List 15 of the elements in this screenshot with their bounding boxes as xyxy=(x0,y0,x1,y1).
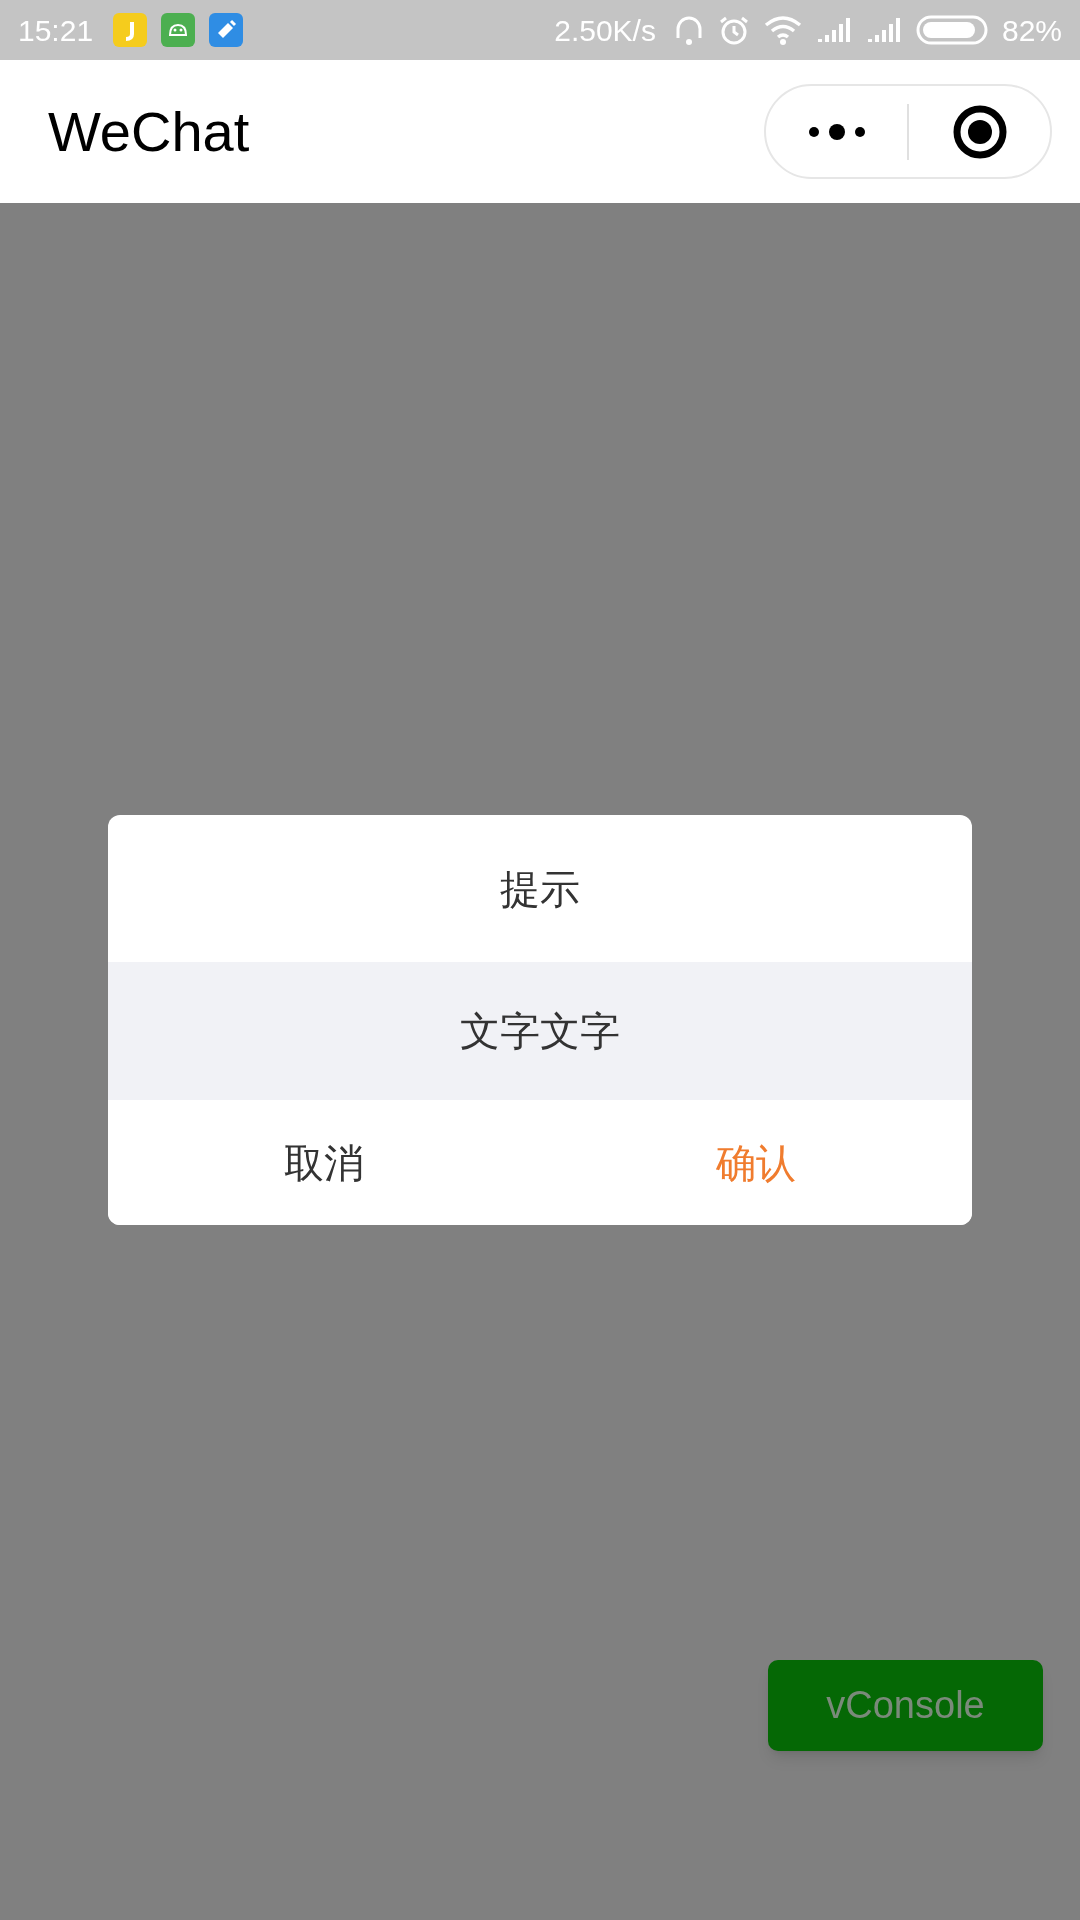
nav-title: WeChat xyxy=(48,98,250,165)
network-speed: 2.50K/s xyxy=(554,12,656,49)
more-icon[interactable] xyxy=(807,122,866,141)
dialog-message: 文字文字 xyxy=(460,1008,620,1055)
app-icon xyxy=(113,13,148,47)
alarm-icon xyxy=(717,14,750,46)
status-time: 15:21 xyxy=(18,12,94,49)
wifi-icon xyxy=(763,15,802,45)
battery-icon xyxy=(915,15,988,45)
battery-percentage: 82% xyxy=(1001,12,1062,49)
dialog-title: 提示 xyxy=(500,865,580,913)
signal-icon xyxy=(815,16,852,44)
signal-icon xyxy=(865,16,902,44)
android-icon xyxy=(161,13,196,47)
vconsole-button[interactable]: vConsole xyxy=(768,1660,1043,1751)
